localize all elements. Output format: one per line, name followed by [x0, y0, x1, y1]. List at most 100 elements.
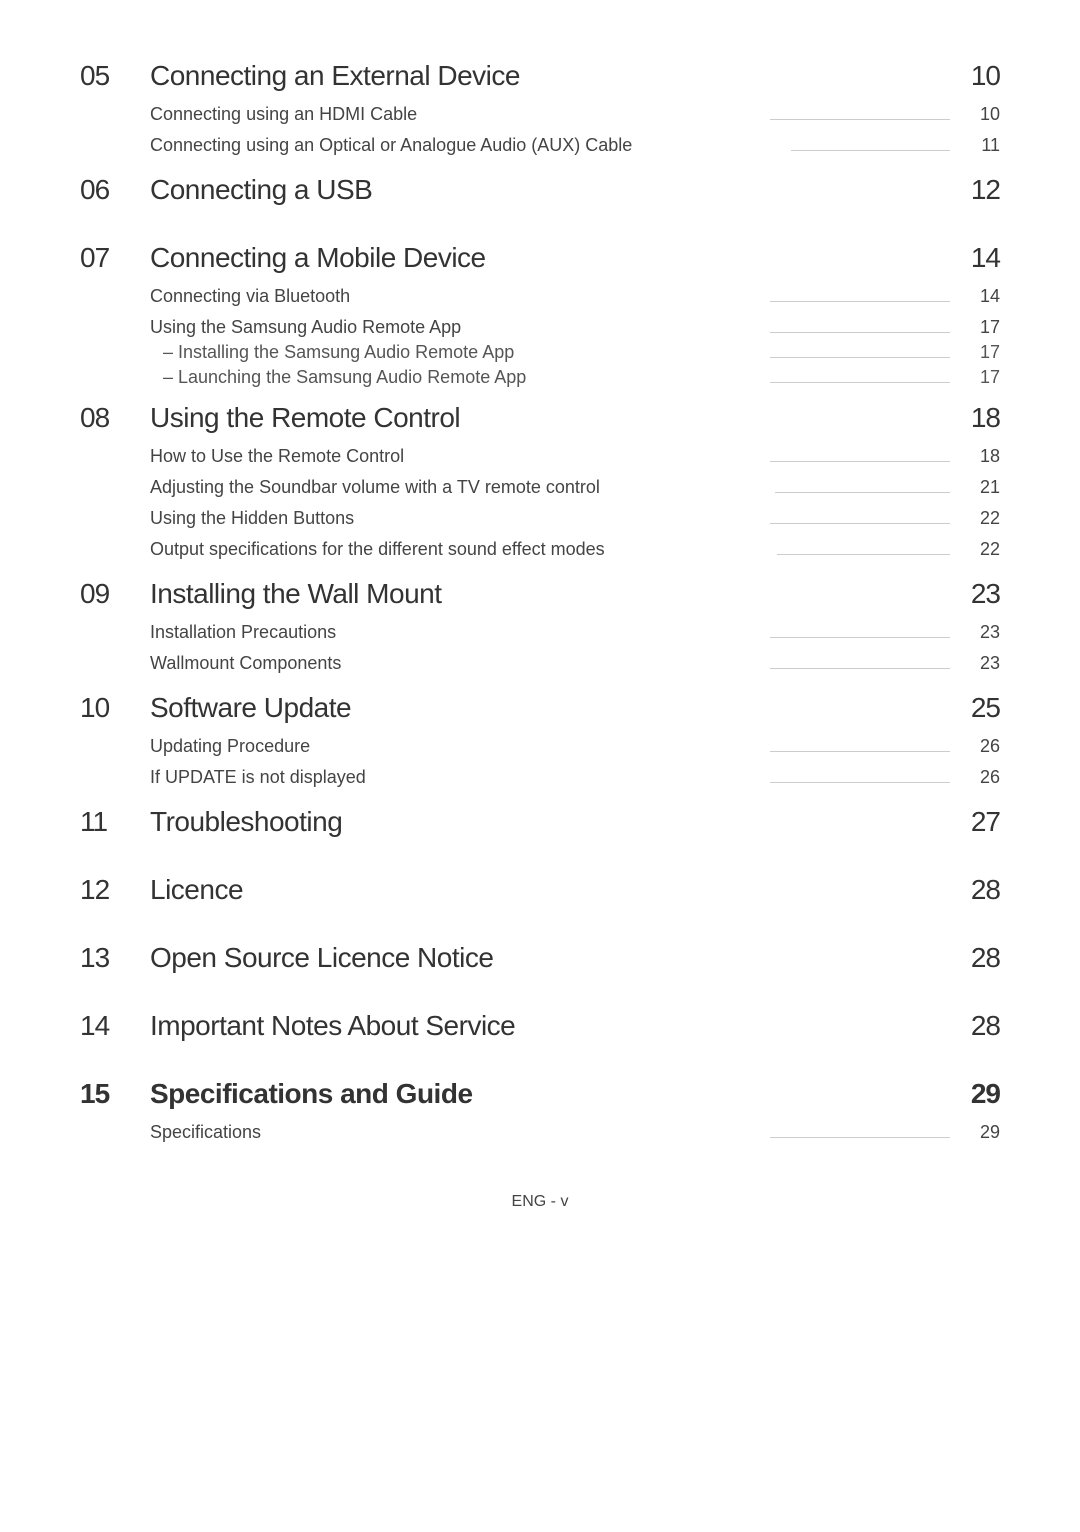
toc-item: Specifications 29 — [150, 1122, 1000, 1143]
section-body: Using the Remote Control 18 How to Use t… — [150, 402, 1000, 570]
leader-line — [770, 523, 950, 524]
section-header: Connecting a Mobile Device 14 — [150, 242, 1000, 274]
section-header: Important Notes About Service 28 — [150, 1010, 1000, 1042]
item-page: 23 — [964, 622, 1000, 643]
leader-line — [770, 782, 950, 783]
section-number: 15 — [80, 1078, 150, 1110]
item-label: If UPDATE is not displayed — [150, 767, 366, 788]
item-label: Using the Samsung Audio Remote App — [150, 317, 461, 338]
toc-item: Installation Precautions 23 — [150, 622, 1000, 643]
section-number: 13 — [80, 942, 150, 974]
toc-item: Connecting via Bluetooth 14 — [150, 286, 1000, 307]
page: 05 Connecting an External Device 10 Conn… — [0, 0, 1080, 1211]
section-page: 10 — [950, 60, 1000, 92]
section-header: Specifications and Guide 29 — [150, 1078, 1000, 1110]
item-page: 18 — [964, 446, 1000, 467]
dash-icon: – — [158, 367, 178, 388]
item-label: Connecting using an Optical or Analogue … — [150, 135, 632, 156]
section-header: Connecting a USB 12 — [150, 174, 1000, 206]
section-title: Open Source Licence Notice — [150, 942, 493, 974]
item-label: Installation Precautions — [150, 622, 336, 643]
leader-line — [770, 301, 950, 302]
section-body: Connecting a Mobile Device 14 Connecting… — [150, 242, 1000, 394]
section-title: Important Notes About Service — [150, 1010, 515, 1042]
item-page: 26 — [964, 736, 1000, 757]
section-header: Connecting an External Device 10 — [150, 60, 1000, 92]
item-page: 17 — [964, 317, 1000, 338]
section-header: Licence 28 — [150, 874, 1000, 906]
section-page: 23 — [950, 578, 1000, 610]
toc-item: Using the Hidden Buttons 22 — [150, 508, 1000, 529]
toc-item: How to Use the Remote Control 18 — [150, 446, 1000, 467]
section-header: Troubleshooting 27 — [150, 806, 1000, 838]
toc-item: Updating Procedure 26 — [150, 736, 1000, 757]
section-body: Open Source Licence Notice 28 — [150, 942, 1000, 986]
leader-line — [775, 492, 950, 493]
section-number: 10 — [80, 692, 150, 724]
section-page: 14 — [950, 242, 1000, 274]
section-body: Licence 28 — [150, 874, 1000, 918]
leader-line — [770, 751, 950, 752]
toc-item: Output specifications for the different … — [150, 539, 1000, 560]
toc-section-15: 15 Specifications and Guide 29 Specifica… — [80, 1078, 1000, 1153]
leader-line — [777, 554, 950, 555]
section-header: Software Update 25 — [150, 692, 1000, 724]
toc-section-09: 09 Installing the Wall Mount 23 Installa… — [80, 578, 1000, 684]
section-page: 28 — [950, 942, 1000, 974]
section-number: 06 — [80, 174, 150, 206]
section-title: Specifications and Guide — [150, 1078, 473, 1110]
section-body: Software Update 25 Updating Procedure 26… — [150, 692, 1000, 798]
toc-item: Adjusting the Soundbar volume with a TV … — [150, 477, 1000, 498]
section-number: 14 — [80, 1010, 150, 1042]
leader-line — [770, 668, 950, 669]
section-number: 05 — [80, 60, 150, 92]
section-title: Connecting an External Device — [150, 60, 520, 92]
item-page: 22 — [964, 508, 1000, 529]
section-header: Using the Remote Control 18 — [150, 402, 1000, 434]
toc-section-14: 14 Important Notes About Service 28 — [80, 1010, 1000, 1054]
section-number: 11 — [80, 806, 150, 838]
section-body: Important Notes About Service 28 — [150, 1010, 1000, 1054]
subitem-page: 17 — [964, 342, 1000, 363]
section-number: 07 — [80, 242, 150, 274]
item-page: 29 — [964, 1122, 1000, 1143]
toc-section-06: 06 Connecting a USB 12 — [80, 174, 1000, 218]
section-body: Specifications and Guide 29 Specificatio… — [150, 1078, 1000, 1153]
subitem-label: Launching the Samsung Audio Remote App — [178, 367, 526, 388]
section-page: 27 — [950, 806, 1000, 838]
item-label: Connecting using an HDMI Cable — [150, 104, 417, 125]
section-page: 12 — [950, 174, 1000, 206]
section-number: 09 — [80, 578, 150, 610]
section-number: 08 — [80, 402, 150, 434]
leader-line — [770, 637, 950, 638]
section-title: Installing the Wall Mount — [150, 578, 442, 610]
item-page: 14 — [964, 286, 1000, 307]
item-page: 26 — [964, 767, 1000, 788]
toc-section-07: 07 Connecting a Mobile Device 14 Connect… — [80, 242, 1000, 394]
dash-icon: – — [158, 342, 178, 363]
section-body: Troubleshooting 27 — [150, 806, 1000, 850]
section-header: Installing the Wall Mount 23 — [150, 578, 1000, 610]
section-number: 12 — [80, 874, 150, 906]
toc-section-11: 11 Troubleshooting 27 — [80, 806, 1000, 850]
toc-section-13: 13 Open Source Licence Notice 28 — [80, 942, 1000, 986]
toc-section-08: 08 Using the Remote Control 18 How to Us… — [80, 402, 1000, 570]
leader-line — [770, 461, 950, 462]
section-page: 18 — [950, 402, 1000, 434]
section-title: Connecting a USB — [150, 174, 372, 206]
item-label: Updating Procedure — [150, 736, 310, 757]
section-header: Open Source Licence Notice 28 — [150, 942, 1000, 974]
section-page: 28 — [950, 874, 1000, 906]
section-body: Installing the Wall Mount 23 Installatio… — [150, 578, 1000, 684]
item-label: Output specifications for the different … — [150, 539, 605, 560]
toc-item: Using the Samsung Audio Remote App 17 – … — [150, 317, 1000, 388]
section-page: 29 — [950, 1078, 1000, 1110]
toc-item: Connecting using an HDMI Cable 10 — [150, 104, 1000, 125]
page-footer: ENG - v — [80, 1193, 1000, 1211]
toc-subitem: – Installing the Samsung Audio Remote Ap… — [150, 342, 1000, 363]
toc-item: Wallmount Components 23 — [150, 653, 1000, 674]
leader-line — [770, 332, 950, 333]
section-page: 25 — [950, 692, 1000, 724]
item-label: Adjusting the Soundbar volume with a TV … — [150, 477, 600, 498]
toc-section-05: 05 Connecting an External Device 10 Conn… — [80, 60, 1000, 166]
